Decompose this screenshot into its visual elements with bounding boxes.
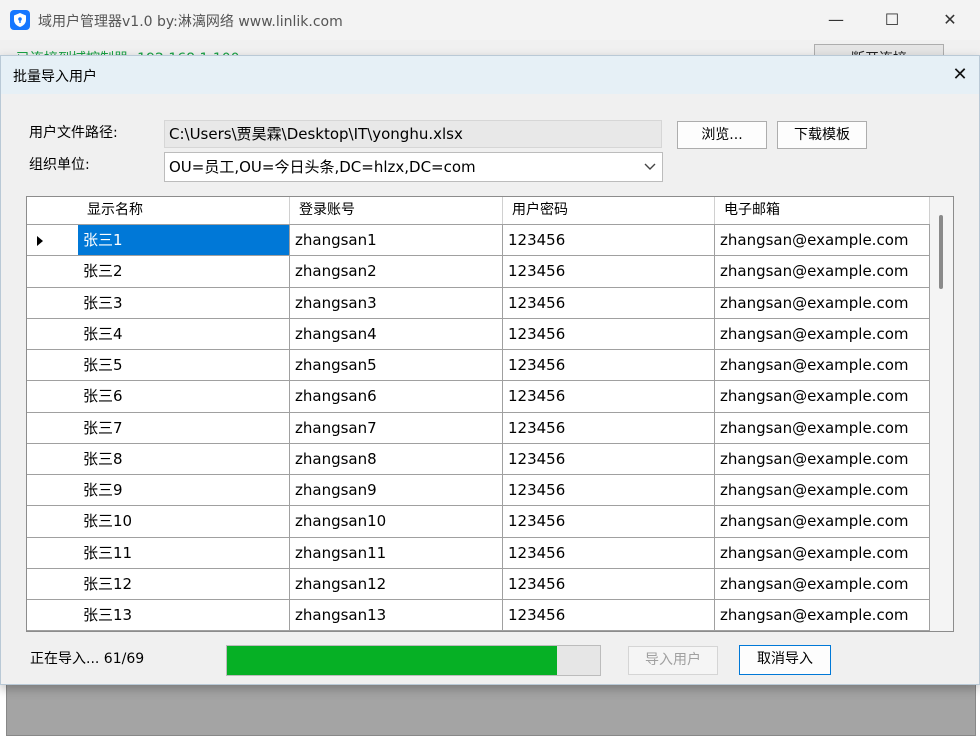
table-row[interactable]: 张三13 zhangsan13 123456 zhangsan@example.com	[27, 600, 930, 631]
table-cell[interactable]: zhangsan@example.com	[715, 256, 930, 287]
column-header-display-name[interactable]: 显示名称	[78, 197, 290, 224]
table-row[interactable]: 张三11 zhangsan11 123456 zhangsan@example.com	[27, 537, 930, 569]
table-cell[interactable]: zhangsan4	[290, 318, 503, 349]
table-cell[interactable]: 张三10	[78, 506, 290, 537]
column-header-login[interactable]: 登录账号	[290, 197, 503, 224]
table-cell[interactable]: 123456	[503, 568, 715, 599]
table-row[interactable]: 张三6 zhangsan6 123456 zhangsan@example.com	[27, 381, 930, 413]
cancel-import-button[interactable]: 取消导入	[739, 645, 831, 675]
table-row[interactable]: 张三4 zhangsan4 123456 zhangsan@example.com	[27, 318, 930, 350]
main-title-bar: 域用户管理器v1.0 by:淋漓网络 www.linlik.com — ☐ ✕	[0, 0, 980, 40]
table-cell[interactable]: zhangsan@example.com	[715, 350, 930, 381]
table-cell[interactable]: zhangsan10	[290, 506, 503, 537]
table-cell[interactable]: zhangsan12	[290, 568, 503, 599]
table-cell[interactable]: 123456	[503, 350, 715, 381]
import-progress-bar	[226, 645, 601, 676]
table-cell[interactable]: 123456	[503, 506, 715, 537]
table-cell[interactable]: zhangsan13	[290, 600, 503, 631]
table-row[interactable]: 张三9 zhangsan9 123456 zhangsan@example.com	[27, 475, 930, 507]
table-cell[interactable]: zhangsan@example.com	[715, 600, 930, 631]
table-cell[interactable]: 张三5	[78, 350, 290, 381]
column-header-password[interactable]: 用户密码	[503, 197, 715, 224]
table-cell[interactable]: zhangsan@example.com	[715, 506, 930, 537]
table-cell[interactable]: zhangsan5	[290, 350, 503, 381]
table-cell[interactable]: zhangsan@example.com	[715, 225, 930, 256]
table-cell[interactable]: zhangsan@example.com	[715, 537, 930, 568]
table-row[interactable]: 张三7 zhangsan7 123456 zhangsan@example.com	[27, 412, 930, 444]
table-cell[interactable]: 张三4	[78, 318, 290, 349]
maximize-button[interactable]: ☐	[862, 0, 922, 40]
table-row[interactable]: 张三10 zhangsan10 123456 zhangsan@example.com	[27, 506, 930, 538]
table-cell[interactable]: zhangsan@example.com	[715, 287, 930, 318]
table-cell[interactable]: zhangsan@example.com	[715, 475, 930, 506]
chevron-down-icon[interactable]	[644, 153, 656, 181]
table-row[interactable]: 张三1 zhangsan1 123456 zhangsan@example.com	[27, 225, 930, 257]
table-cell[interactable]: 123456	[503, 475, 715, 506]
download-template-button[interactable]: 下载模板	[777, 121, 867, 149]
table-cell[interactable]: 123456	[503, 412, 715, 443]
table-cell[interactable]: 张三11	[78, 537, 290, 568]
main-content-area	[6, 684, 976, 736]
vertical-scrollbar[interactable]	[930, 197, 953, 631]
table-cell[interactable]: 123456	[503, 225, 715, 256]
table-row[interactable]: 张三12 zhangsan12 123456 zhangsan@example.com	[27, 568, 930, 600]
table-cell[interactable]: 张三13	[78, 600, 290, 631]
table-cell[interactable]: 张三7	[78, 412, 290, 443]
table-cell[interactable]: 张三12	[78, 568, 290, 599]
table-header: 显示名称 登录账号 用户密码 电子邮箱	[27, 197, 930, 225]
table-cell[interactable]: 张三1	[78, 225, 290, 256]
file-path-label: 用户文件路径:	[29, 125, 118, 141]
table-cell[interactable]: zhangsan@example.com	[715, 443, 930, 474]
table-cell[interactable]: zhangsan@example.com	[715, 412, 930, 443]
table-cell[interactable]: 张三6	[78, 381, 290, 412]
table-cell[interactable]: 123456	[503, 537, 715, 568]
dialog-title: 批量导入用户	[13, 69, 97, 85]
main-window-title: 域用户管理器v1.0 by:淋漓网络 www.linlik.com	[38, 14, 343, 30]
table-cell[interactable]: zhangsan11	[290, 537, 503, 568]
users-table[interactable]: 显示名称 登录账号 用户密码 电子邮箱 张三1 zhangsan1 123456 zh…	[26, 196, 954, 632]
minimize-button[interactable]: —	[806, 0, 866, 40]
import-status-text: 正在导入... 61/69	[30, 651, 145, 667]
app-shield-icon	[10, 10, 30, 30]
import-users-button[interactable]: 导入用户	[628, 646, 718, 675]
table-cell[interactable]: zhangsan@example.com	[715, 318, 930, 349]
ou-select[interactable]: OU=员工,OU=今日头条,DC=hlzx,DC=com	[164, 152, 663, 182]
table-cell[interactable]: 123456	[503, 600, 715, 631]
table-row[interactable]: 张三5 zhangsan5 123456 zhangsan@example.com	[27, 350, 930, 382]
browse-button[interactable]: 浏览...	[677, 121, 767, 149]
table-cell[interactable]: zhangsan7	[290, 412, 503, 443]
table-cell[interactable]: zhangsan8	[290, 443, 503, 474]
ou-select-value: OU=员工,OU=今日头条,DC=hlzx,DC=com	[169, 158, 476, 176]
table-cell[interactable]: zhangsan9	[290, 475, 503, 506]
table-cell[interactable]: 123456	[503, 256, 715, 287]
dialog-title-bar: 批量导入用户 ✕	[1, 56, 979, 94]
batch-import-dialog: 批量导入用户 ✕ 用户文件路径: C:\Users\贾昊霖\Desktop\IT…	[0, 55, 980, 685]
table-cell[interactable]: zhangsan3	[290, 287, 503, 318]
table-cell[interactable]: 张三3	[78, 287, 290, 318]
table-cell[interactable]: 123456	[503, 381, 715, 412]
table-row[interactable]: 张三3 zhangsan3 123456 zhangsan@example.com	[27, 287, 930, 319]
main-close-button[interactable]: ✕	[920, 0, 980, 40]
column-header-email[interactable]: 电子邮箱	[715, 197, 930, 224]
table-body: 张三1 zhangsan1 123456 zhangsan@example.com 张三…	[27, 225, 930, 631]
file-path-field[interactable]: C:\Users\贾昊霖\Desktop\IT\yonghu.xlsx	[164, 120, 662, 148]
progress-fill	[227, 646, 557, 675]
table-cell[interactable]: zhangsan@example.com	[715, 568, 930, 599]
ou-label: 组织单位:	[29, 157, 90, 173]
table-cell[interactable]: 张三9	[78, 475, 290, 506]
dialog-close-icon[interactable]: ✕	[945, 62, 975, 88]
table-cell[interactable]: 123456	[503, 318, 715, 349]
table-cell[interactable]: 123456	[503, 443, 715, 474]
table-cell[interactable]: 123456	[503, 287, 715, 318]
scrollbar-thumb[interactable]	[939, 215, 943, 289]
table-cell[interactable]: zhangsan1	[290, 225, 503, 256]
table-row[interactable]: 张三2 zhangsan2 123456 zhangsan@example.com	[27, 256, 930, 288]
table-cell[interactable]: zhangsan@example.com	[715, 381, 930, 412]
table-cell[interactable]: zhangsan2	[290, 256, 503, 287]
current-row-arrow-icon	[37, 236, 43, 246]
table-cell[interactable]: 张三2	[78, 256, 290, 287]
table-row[interactable]: 张三8 zhangsan8 123456 zhangsan@example.com	[27, 443, 930, 475]
table-cell[interactable]: zhangsan6	[290, 381, 503, 412]
table-cell[interactable]: 张三8	[78, 443, 290, 474]
